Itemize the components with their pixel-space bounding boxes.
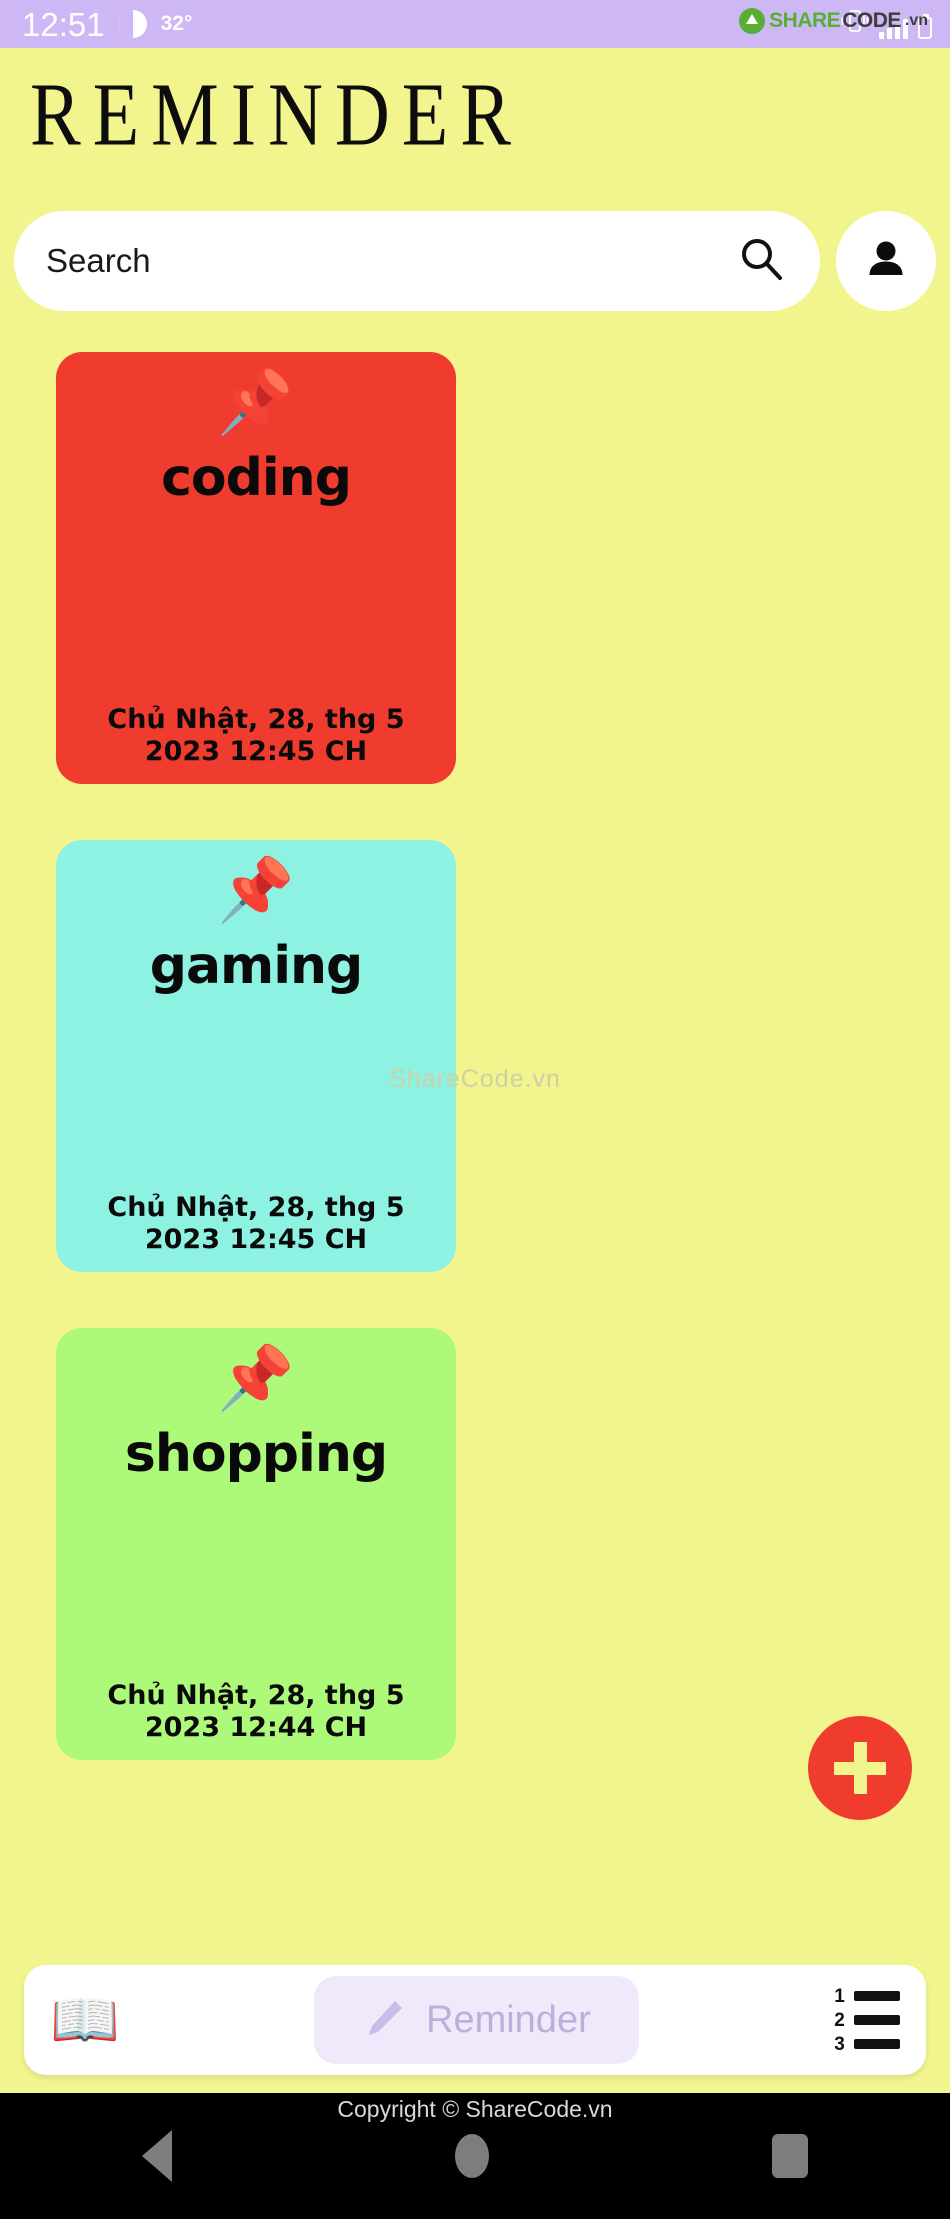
note-date: Chủ Nhật, 28, thg 5 2023 12:45 CH (107, 1192, 405, 1256)
status-bar-temperature: 32° (160, 12, 193, 35)
open-book-icon: 📖 (50, 1988, 120, 2051)
nav-item-reminder[interactable]: Reminder (314, 1976, 639, 2064)
copyright-text: Copyright © ShareCode.vn (337, 2096, 613, 2122)
recents-button[interactable] (772, 2134, 809, 2178)
nav-item-list[interactable]: 1 2 3 (833, 1987, 900, 2054)
pushpin-icon: 📌 (217, 1344, 295, 1413)
sharecode-share-text: SHARE (769, 9, 841, 32)
person-icon (863, 236, 909, 285)
sharecode-logo-overlay: SHARE CODE .vn (739, 8, 928, 34)
note-title: shopping (124, 1424, 388, 1484)
search-icon[interactable] (736, 233, 786, 288)
search-row (14, 208, 936, 313)
status-bar-clock: 12:51 (22, 5, 105, 43)
note-title: coding (161, 448, 352, 508)
weather-circle-icon (118, 10, 147, 38)
note-card[interactable]: 📌 coding Chủ Nhật, 28, thg 5 2023 12:45 … (56, 352, 456, 784)
page-title: REMINDER (30, 65, 523, 165)
nav-item-reminder-label: Reminder (426, 1998, 591, 2041)
pushpin-icon: 📌 (217, 856, 295, 925)
list-bar (854, 2015, 900, 2025)
note-card[interactable]: 📌 shopping Chủ Nhật, 28, thg 5 2023 12:4… (56, 1328, 456, 1760)
home-button[interactable] (454, 2134, 489, 2178)
plus-icon (834, 1742, 886, 1794)
sharecode-tld-text: .vn (904, 12, 928, 29)
back-button[interactable] (141, 2130, 172, 2182)
add-reminder-fab[interactable] (808, 1716, 912, 1820)
pushpin-icon: 📌 (217, 368, 295, 437)
sharecode-mark-icon (739, 8, 766, 34)
search-box[interactable] (14, 210, 820, 311)
nav-item-notes[interactable]: 📖 (50, 1992, 120, 2048)
note-card[interactable]: 📌 gaming Chủ Nhật, 28, thg 5 2023 12:45 … (56, 840, 456, 1272)
list-number: 3 (834, 2033, 845, 2055)
numbered-list-icon: 1 2 3 (833, 1987, 900, 2054)
sharecode-watermark: ShareCode.vn (389, 1065, 561, 1093)
list-bar (854, 2039, 900, 2049)
notes-grid: 📌 coding Chủ Nhật, 28, thg 5 2023 12:45 … (56, 352, 896, 1760)
app-screen: 12:51 32° SHARE CODE .vn REMINDER Search… (0, 0, 950, 2219)
list-number: 2 (834, 2009, 845, 2031)
list-bar (854, 1991, 900, 2001)
status-bar-left: 12:51 32° (0, 8, 192, 41)
sharecode-code-text: CODE (842, 9, 901, 32)
pencil-icon (362, 1997, 406, 2044)
note-date: Chủ Nhật, 28, thg 5 2023 12:45 CH (107, 704, 405, 768)
avatar[interactable] (836, 210, 936, 311)
bottom-navigation: 📖 Reminder 1 2 3 (24, 1965, 926, 2075)
list-number: 1 (834, 1985, 845, 2007)
note-title: gaming (149, 936, 364, 996)
search-input[interactable] (46, 241, 736, 280)
status-bar: 12:51 32° SHARE CODE .vn (0, 0, 950, 48)
note-date: Chủ Nhật, 28, thg 5 2023 12:44 CH (107, 1680, 405, 1744)
